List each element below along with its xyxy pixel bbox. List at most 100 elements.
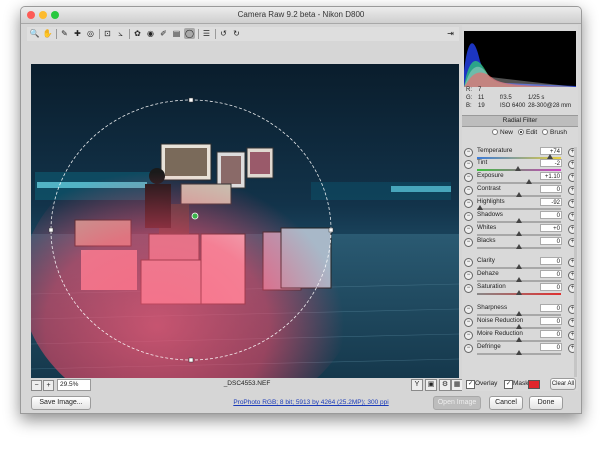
slider-thumb[interactable] — [516, 277, 522, 282]
mask-checkbox[interactable]: ✓ — [504, 380, 513, 389]
zoom-level-dropdown[interactable]: 29.5% — [57, 379, 91, 391]
slider-thumb[interactable] — [515, 166, 522, 171]
slider-value-field[interactable]: 0 — [540, 283, 562, 291]
red-eye-icon[interactable]: ◉ — [145, 28, 156, 39]
zoom-out-button[interactable]: − — [31, 380, 42, 391]
slider-noise-reduction: − Noise Reduction 0 + — [462, 317, 578, 331]
crop-icon[interactable]: ⊡ — [102, 28, 113, 39]
save-image-button[interactable]: Save Image... — [31, 396, 91, 410]
cancel-button[interactable]: Cancel — [489, 396, 523, 410]
radial-filter-icon[interactable]: ◯ — [184, 28, 195, 39]
decrease-icon[interactable]: − — [464, 186, 473, 195]
zoom-icon[interactable]: 🔍 — [29, 28, 40, 39]
slider-label: Moire Reduction — [477, 330, 523, 337]
slider-value-field[interactable]: 0 — [540, 317, 562, 325]
mask-label: Mask — [513, 380, 529, 387]
slider-thumb[interactable] — [516, 311, 522, 316]
rotate-cw-icon[interactable]: ↻ — [231, 28, 242, 39]
decrease-icon[interactable]: − — [464, 305, 473, 314]
slider-value-field[interactable]: 0 — [540, 211, 562, 219]
straighten-icon[interactable]: ⦣ — [115, 28, 126, 39]
slider-saturation: − Saturation 0 + — [462, 283, 578, 297]
slider-track[interactable] — [477, 208, 561, 210]
slider-thumb[interactable] — [516, 337, 522, 342]
iso-value: ISO 6400 — [500, 103, 526, 109]
mode-new-radio[interactable]: New — [492, 128, 513, 138]
hand-icon[interactable]: ✋ — [42, 28, 53, 39]
mode-edit-radio[interactable]: Edit — [518, 128, 537, 138]
slider-value-field[interactable]: +1.10 — [540, 172, 562, 180]
slider-track[interactable] — [477, 182, 561, 184]
white-balance-icon[interactable]: ✎ — [59, 28, 70, 39]
slider-thumb[interactable] — [477, 205, 484, 210]
panel-scrollbar[interactable] — [574, 147, 577, 377]
preview-photo — [31, 64, 459, 378]
slider-value-field[interactable]: 0 — [540, 330, 562, 338]
slider-thumb[interactable] — [516, 218, 522, 223]
presets-icon[interactable]: ☰ — [201, 28, 212, 39]
color-sampler-icon[interactable]: ✚ — [72, 28, 83, 39]
rotate-ccw-icon[interactable]: ↺ — [218, 28, 229, 39]
decrease-icon[interactable]: − — [464, 199, 473, 208]
mask-color-swatch[interactable] — [528, 380, 540, 389]
overlay-checkbox[interactable]: ✓ — [466, 380, 475, 389]
decrease-icon[interactable]: − — [464, 160, 473, 169]
mode-brush-label: Brush — [550, 129, 567, 136]
slider-value-field[interactable]: -2 — [540, 159, 562, 167]
slider-label: Dehaze — [477, 270, 499, 277]
slider-value-field[interactable]: 0 — [540, 257, 562, 265]
panel-title: Radial Filter — [462, 115, 578, 127]
spot-removal-icon[interactable]: ✿ — [132, 28, 143, 39]
image-preview[interactable] — [31, 64, 459, 378]
slider-thumb[interactable] — [516, 244, 522, 249]
decrease-icon[interactable]: − — [464, 173, 473, 182]
open-image-button[interactable]: Open Image — [433, 396, 481, 410]
radio-dot — [518, 129, 524, 135]
r-value: 7 — [478, 87, 482, 93]
zoom-in-button[interactable]: + — [43, 380, 54, 391]
decrease-icon[interactable]: − — [464, 148, 473, 157]
settings-view-icon[interactable]: ⚙ — [439, 379, 451, 391]
clear-all-button[interactable]: Clear All — [550, 378, 576, 390]
adjustment-brush-icon[interactable]: ✐ — [158, 28, 169, 39]
decrease-icon[interactable]: − — [464, 344, 473, 353]
slider-value-field[interactable]: 0 — [540, 185, 562, 193]
slider-value-field[interactable]: +0 — [540, 224, 562, 232]
slider-thumb[interactable] — [516, 264, 522, 269]
decrease-icon[interactable]: − — [464, 258, 473, 267]
slider-label: Noise Reduction — [477, 317, 524, 324]
slider-thumb[interactable] — [516, 324, 522, 329]
graduated-filter-icon[interactable]: ▤ — [171, 28, 182, 39]
open-preferences-icon[interactable]: ⇥ — [445, 28, 456, 39]
slider-thumb[interactable] — [526, 179, 533, 184]
slider-value-field[interactable]: 0 — [540, 270, 562, 278]
slider-value-field[interactable]: 0 — [540, 343, 562, 351]
slider-thumb[interactable] — [516, 350, 522, 355]
toolbar-separator — [56, 29, 57, 39]
slider-thumb[interactable] — [516, 192, 522, 197]
target-adjustment-icon[interactable]: ◎ — [85, 28, 96, 39]
histogram-graph — [464, 43, 576, 87]
mode-brush-radio[interactable]: Brush — [542, 128, 567, 138]
slider-value-field[interactable]: -92 — [540, 198, 562, 206]
decrease-icon[interactable]: − — [464, 225, 473, 234]
decrease-icon[interactable]: − — [464, 284, 473, 293]
overlay-label: Overlay — [475, 380, 498, 387]
decrease-icon[interactable]: − — [464, 238, 473, 247]
status-bar: − + 29.5% _DSC4553.NEF Y ▣ ⚙ ▦ — [31, 379, 463, 391]
slider-value-field[interactable]: 0 — [540, 237, 562, 245]
before-after-toggle-icon[interactable]: Y — [411, 379, 423, 391]
aperture-value: f/3.5 — [500, 95, 512, 101]
slider-value-field[interactable]: 0 — [540, 304, 562, 312]
swap-view-icon[interactable]: ▣ — [425, 379, 437, 391]
slider-thumb[interactable] — [516, 290, 522, 295]
slider-label: Temperature — [477, 147, 513, 154]
decrease-icon[interactable]: − — [464, 331, 473, 340]
decrease-icon[interactable]: − — [464, 271, 473, 280]
workflow-options-link[interactable]: ProPhoto RGB; 8 bit; 5913 by 4264 (25.2M… — [221, 399, 401, 406]
slider-label: Whites — [477, 224, 497, 231]
decrease-icon[interactable]: − — [464, 318, 473, 327]
slider-thumb[interactable] — [516, 231, 522, 236]
decrease-icon[interactable]: − — [464, 212, 473, 221]
done-button[interactable]: Done — [529, 396, 563, 410]
